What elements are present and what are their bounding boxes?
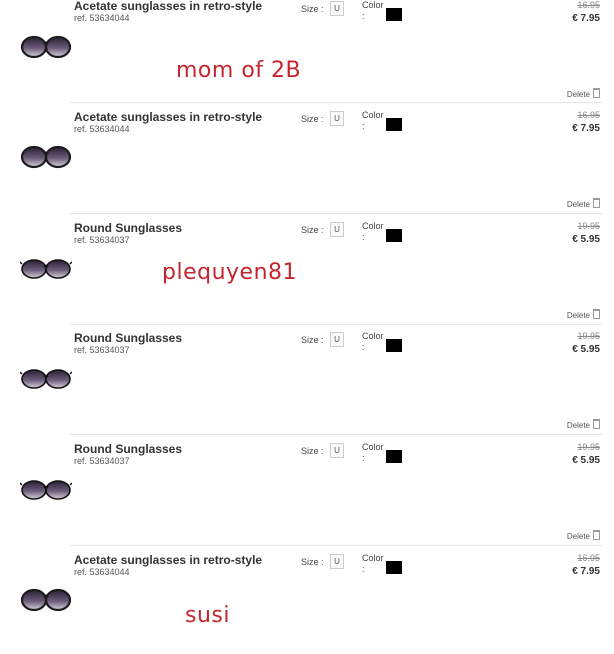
sale-price: € 5.95 bbox=[572, 344, 600, 355]
color-label: Color: bbox=[362, 331, 384, 353]
old-price: 19.95 bbox=[577, 221, 600, 231]
size-label: Size : bbox=[301, 335, 324, 345]
color-label-text: Color bbox=[362, 0, 384, 10]
color-label: Color: bbox=[362, 553, 384, 575]
color-colon: : bbox=[362, 232, 365, 242]
color-label-text: Color bbox=[362, 553, 384, 563]
delete-label[interactable]: Delete bbox=[567, 532, 590, 541]
cart-item: Acetate sunglasses in retro-style ref. 5… bbox=[0, 0, 614, 101]
delete-label[interactable]: Delete bbox=[567, 90, 590, 99]
size-selector[interactable]: U bbox=[330, 332, 344, 347]
color-colon: : bbox=[362, 564, 365, 574]
delete-label[interactable]: Delete bbox=[567, 311, 590, 320]
sunglasses-thumbnail[interactable] bbox=[20, 35, 72, 61]
cart-item: Round Sunglasses ref. 53634037 Size : U … bbox=[0, 433, 614, 543]
old-price: 16.95 bbox=[577, 553, 600, 563]
color-label: Color: bbox=[362, 110, 384, 132]
product-ref: ref. 53634037 bbox=[74, 235, 130, 245]
sunglasses-thumbnail[interactable] bbox=[20, 256, 72, 282]
product-name[interactable]: Round Sunglasses bbox=[74, 442, 182, 456]
delete-label[interactable]: Delete bbox=[567, 200, 590, 209]
product-name[interactable]: Round Sunglasses bbox=[74, 221, 182, 235]
color-label-text: Color bbox=[362, 442, 384, 452]
size-label: Size : bbox=[301, 225, 324, 235]
size-selector[interactable]: U bbox=[330, 111, 344, 126]
product-ref: ref. 53634044 bbox=[74, 567, 130, 577]
size-selector[interactable]: U bbox=[330, 554, 344, 569]
size-selector[interactable]: U bbox=[330, 443, 344, 458]
trash-icon[interactable] bbox=[593, 309, 600, 319]
cart-item: Acetate sunglasses in retro-style ref. 5… bbox=[0, 101, 614, 211]
old-price: 19.95 bbox=[577, 331, 600, 341]
sale-price: € 7.95 bbox=[572, 13, 600, 24]
sale-price: € 5.95 bbox=[572, 234, 600, 245]
annotation-label: plequyen81 bbox=[162, 260, 298, 285]
cart-item: Round Sunglasses ref. 53634037 Size : U … bbox=[0, 322, 614, 432]
product-ref: ref. 53634037 bbox=[74, 345, 130, 355]
color-colon: : bbox=[362, 342, 365, 352]
color-label-text: Color bbox=[362, 331, 384, 341]
delete-button[interactable]: Delete bbox=[567, 309, 600, 320]
sunglasses-thumbnail[interactable] bbox=[20, 145, 72, 171]
product-ref: ref. 53634044 bbox=[74, 124, 130, 134]
color-swatch[interactable] bbox=[386, 561, 402, 574]
product-name[interactable]: Acetate sunglasses in retro-style bbox=[74, 553, 262, 567]
sale-price: € 5.95 bbox=[572, 455, 600, 466]
color-swatch[interactable] bbox=[386, 339, 402, 352]
delete-button[interactable]: Delete bbox=[567, 88, 600, 99]
annotation-label: susi bbox=[185, 603, 230, 628]
delete-button[interactable]: Delete bbox=[567, 198, 600, 209]
size-label: Size : bbox=[301, 114, 324, 124]
product-ref: ref. 53634037 bbox=[74, 456, 130, 466]
old-price: 16.95 bbox=[577, 110, 600, 120]
color-label: Color: bbox=[362, 0, 384, 22]
size-label: Size : bbox=[301, 557, 324, 567]
color-label: Color: bbox=[362, 442, 384, 464]
annotation-label: mom of 2B bbox=[176, 58, 302, 83]
product-ref: ref. 53634044 bbox=[74, 13, 130, 23]
trash-icon[interactable] bbox=[593, 419, 600, 429]
size-label: Size : bbox=[301, 446, 324, 456]
sunglasses-thumbnail[interactable] bbox=[20, 366, 72, 392]
product-name[interactable]: Acetate sunglasses in retro-style bbox=[74, 110, 262, 124]
sale-price: € 7.95 bbox=[572, 123, 600, 134]
cart-item: Acetate sunglasses in retro-style ref. 5… bbox=[0, 544, 614, 654]
size-label: Size : bbox=[301, 4, 324, 14]
color-colon: : bbox=[362, 11, 365, 21]
sunglasses-thumbnail[interactable] bbox=[20, 588, 72, 614]
color-swatch[interactable] bbox=[386, 229, 402, 242]
trash-icon[interactable] bbox=[593, 88, 600, 98]
old-price: 16.95 bbox=[577, 0, 600, 10]
size-selector[interactable]: U bbox=[330, 1, 344, 16]
trash-icon[interactable] bbox=[593, 530, 600, 540]
color-label-text: Color bbox=[362, 110, 384, 120]
size-selector[interactable]: U bbox=[330, 222, 344, 237]
sunglasses-thumbnail[interactable] bbox=[20, 477, 72, 503]
color-colon: : bbox=[362, 121, 365, 131]
color-swatch[interactable] bbox=[386, 450, 402, 463]
color-label: Color: bbox=[362, 221, 384, 243]
delete-label[interactable]: Delete bbox=[567, 421, 590, 430]
old-price: 19.95 bbox=[577, 442, 600, 452]
product-name[interactable]: Round Sunglasses bbox=[74, 331, 182, 345]
color-swatch[interactable] bbox=[386, 118, 402, 131]
sale-price: € 7.95 bbox=[572, 566, 600, 577]
trash-icon[interactable] bbox=[593, 198, 600, 208]
delete-button[interactable]: Delete bbox=[567, 530, 600, 541]
cart-item: Round Sunglasses ref. 53634037 Size : U … bbox=[0, 212, 614, 322]
color-label-text: Color bbox=[362, 221, 384, 231]
delete-button[interactable]: Delete bbox=[567, 419, 600, 430]
product-name[interactable]: Acetate sunglasses in retro-style bbox=[74, 0, 262, 13]
color-colon: : bbox=[362, 453, 365, 463]
color-swatch[interactable] bbox=[386, 8, 402, 21]
